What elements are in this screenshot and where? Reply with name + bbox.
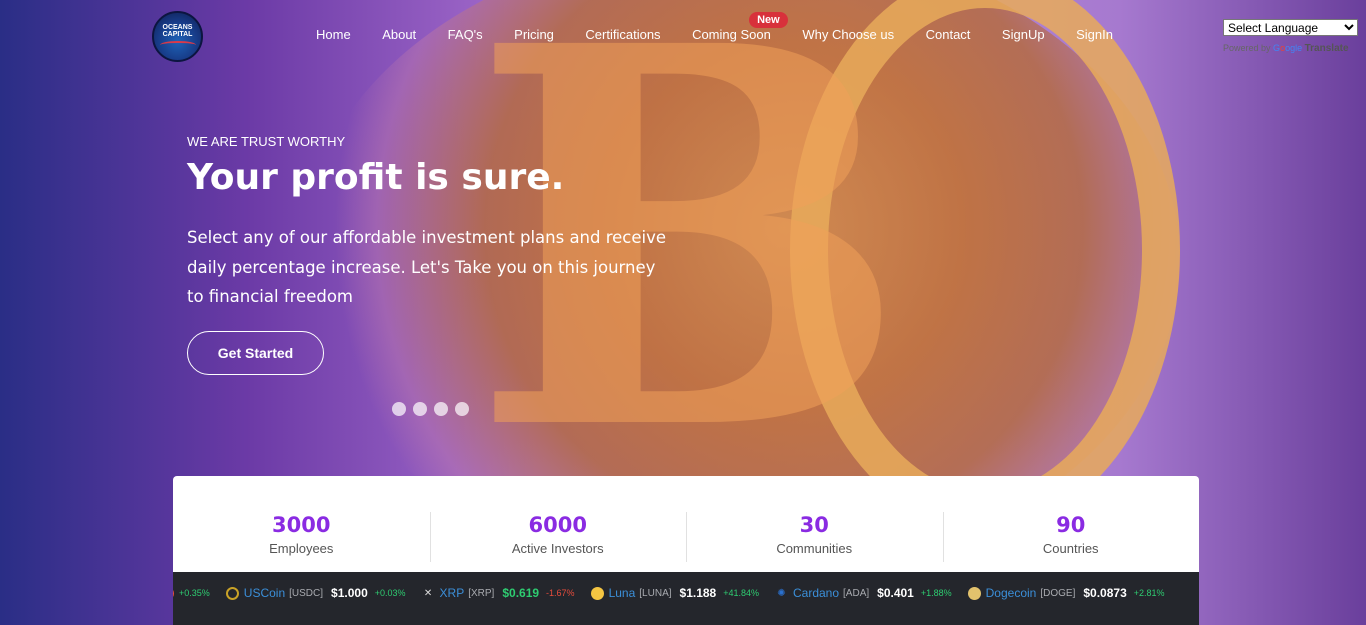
coin-icon xyxy=(173,586,174,600)
stat-value: 3000 xyxy=(272,513,331,537)
logo-text-line1: OCEANS xyxy=(162,24,193,31)
new-badge: New xyxy=(749,12,788,28)
stat-label: Countries xyxy=(1042,541,1099,556)
ticker-price: $1.000 xyxy=(331,586,368,600)
stat-label: Communities xyxy=(776,541,853,556)
ticker-symbol: [DOGE] xyxy=(1040,587,1076,599)
ticker-change: +0.35% xyxy=(179,588,210,598)
stats-panel: 3000 Employees 6000 Active Investors 30 … xyxy=(173,476,1199,573)
carousel-dot[interactable] xyxy=(392,402,406,416)
stat-active-investors: 6000 Active Investors xyxy=(429,476,687,573)
ticker-name: Luna xyxy=(608,586,636,600)
hero-lead: Select any of our affordable investment … xyxy=(187,228,667,306)
nav-why-choose-us[interactable]: Why Choose us xyxy=(802,27,894,42)
crypto-price-ticker: +0.35% USCoin [USDC] $1.000 +0.03% ✕ XRP [XRP] $… xyxy=(173,572,1199,625)
nav-home[interactable]: Home xyxy=(316,27,351,42)
cardano-icon: ✺ xyxy=(777,587,786,599)
logo-wave-icon xyxy=(159,41,196,49)
nav-certifications[interactable]: Certifications xyxy=(585,27,660,42)
ticker-name: Dogecoin xyxy=(985,586,1037,600)
google-translate-credit: Powered by Google Translate xyxy=(1223,43,1349,54)
nav-coming-soon[interactable]: Coming Soon New xyxy=(692,12,788,42)
site-logo[interactable]: OCEANS CAPITAL xyxy=(152,11,203,62)
ticker-price: $1.188 xyxy=(679,586,717,600)
translate-link[interactable]: Translate xyxy=(1305,43,1349,54)
ticker-price: $0.619 xyxy=(502,586,540,600)
logo-text-line2: CAPITAL xyxy=(162,31,193,38)
ticker-change: +1.88% xyxy=(920,588,952,598)
ticker-change: +41.84% xyxy=(723,588,759,598)
nav-faqs[interactable]: FAQ's xyxy=(448,27,483,42)
stat-value: 6000 xyxy=(528,513,587,537)
ticker-name: USCoin xyxy=(243,586,286,600)
stat-countries: 90 Countries xyxy=(942,476,1200,573)
hero-headline: Your profit is sure. xyxy=(187,157,565,198)
ticker-item[interactable]: ✕ XRP [XRP] $0.619 -1.67% xyxy=(422,586,575,600)
ticker-symbol: [ADA] xyxy=(843,587,870,599)
stat-value: 90 xyxy=(1056,513,1086,537)
nav-signin[interactable]: SignIn xyxy=(1076,27,1113,42)
carousel-dot[interactable] xyxy=(413,402,427,416)
main-nav: Home About FAQ's Pricing Certifications … xyxy=(316,12,1144,42)
ticker-row: +0.35% USCoin [USDC] $1.000 +0.03% ✕ XRP [XRP] $… xyxy=(173,586,1181,600)
usdc-icon xyxy=(225,586,239,600)
ticker-change: +0.03% xyxy=(374,588,406,598)
ticker-item[interactable]: ✺ Cardano [ADA] $0.401 +1.88% xyxy=(775,586,952,600)
ticker-symbol: [LUNA] xyxy=(639,587,672,599)
language-select[interactable]: Select Language xyxy=(1223,19,1358,36)
nav-coming-soon-label: Coming Soon xyxy=(692,27,771,42)
ticker-price: $0.0873 xyxy=(1083,586,1127,600)
ticker-item[interactable]: Luna [LUNA] $1.188 +41.84% xyxy=(590,586,759,600)
ticker-symbol: [XRP] xyxy=(468,587,495,599)
ticker-name: Cardano xyxy=(793,586,840,600)
ticker-name: XRP xyxy=(439,586,465,600)
ticker-item[interactable]: USCoin [USDC] $1.000 +0.03% xyxy=(225,586,406,600)
stat-label: Employees xyxy=(269,541,334,556)
carousel-dot[interactable] xyxy=(434,402,448,416)
stat-employees: 3000 Employees xyxy=(173,476,430,573)
powered-by-text: Powered by xyxy=(1223,43,1271,53)
stat-communities: 30 Communities xyxy=(686,476,943,573)
nav-contact[interactable]: Contact xyxy=(926,27,971,42)
carousel-dot[interactable] xyxy=(455,402,469,416)
hero-eyebrow: WE ARE TRUST WORTHY xyxy=(187,134,346,149)
nav-about[interactable]: About xyxy=(382,27,416,42)
xrp-icon: ✕ xyxy=(423,587,433,599)
nav-signup[interactable]: SignUp xyxy=(1002,27,1045,42)
google-logo-icon: Google xyxy=(1273,43,1303,53)
nav-pricing[interactable]: Pricing xyxy=(514,27,554,42)
ticker-symbol: [USDC] xyxy=(289,587,324,599)
ticker-item[interactable]: Dogecoin [DOGE] $0.0873 +2.81% xyxy=(967,586,1165,600)
ticker-change: -1.67% xyxy=(546,588,575,598)
carousel-dots xyxy=(392,402,469,416)
dogecoin-icon xyxy=(967,586,981,600)
stat-label: Active Investors xyxy=(511,541,604,556)
ticker-item[interactable]: +0.35% xyxy=(173,586,210,600)
ticker-price: $0.401 xyxy=(877,586,914,600)
get-started-button[interactable]: Get Started xyxy=(187,331,324,375)
stat-value: 30 xyxy=(799,513,829,537)
ticker-change: +2.81% xyxy=(1133,588,1165,598)
luna-icon xyxy=(590,586,604,600)
